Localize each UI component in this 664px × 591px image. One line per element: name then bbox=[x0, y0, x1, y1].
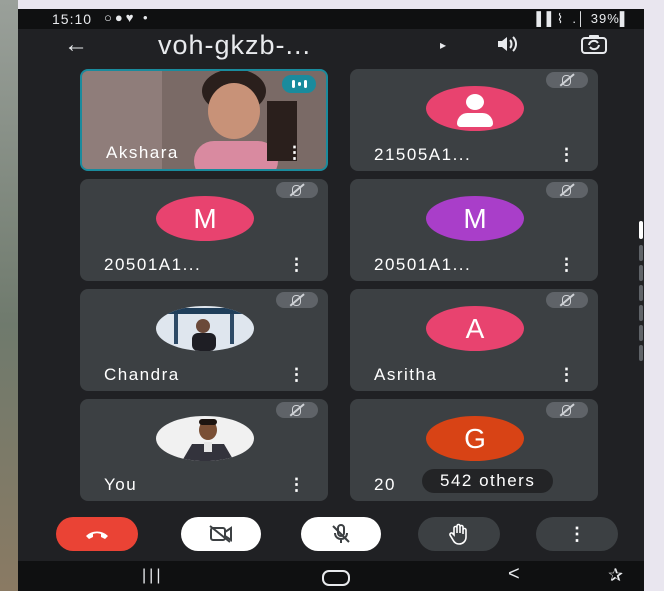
scroll-segment bbox=[639, 345, 643, 361]
switch-camera-icon[interactable] bbox=[580, 33, 608, 61]
accessibility-icon[interactable]: ✰ bbox=[608, 565, 623, 586]
others-count-pill[interactable]: 542 others bbox=[422, 469, 554, 493]
more-options-button[interactable]: ⋮ bbox=[536, 517, 618, 551]
meeting-code-title[interactable]: voh-gkzb-... bbox=[158, 30, 311, 61]
notification-icons: ○●♥ • bbox=[104, 10, 151, 25]
participant-tile[interactable]: A Asritha ⋮ bbox=[350, 289, 598, 391]
default-person-icon bbox=[426, 86, 524, 131]
muted-mic-icon bbox=[276, 402, 318, 418]
scroll-thumb[interactable] bbox=[639, 221, 643, 239]
muted-mic-icon bbox=[276, 182, 318, 198]
participant-name: 20501A1... bbox=[104, 255, 202, 274]
tile-more-icon[interactable]: ⋮ bbox=[558, 365, 575, 385]
mic-off-icon bbox=[332, 524, 350, 543]
muted-mic-icon bbox=[546, 72, 588, 88]
speaking-indicator-icon bbox=[282, 75, 316, 93]
title-expand-icon[interactable]: ▸ bbox=[440, 38, 446, 52]
tile-more-icon[interactable]: ⋮ bbox=[286, 143, 303, 163]
back-arrow-icon[interactable]: ← bbox=[64, 31, 88, 59]
muted-mic-icon bbox=[546, 402, 588, 418]
meeting-top-bar: ← voh-gkzb-... ▸ bbox=[18, 29, 644, 69]
participant-name: You bbox=[104, 475, 138, 494]
participant-name: Chandra bbox=[104, 365, 180, 384]
tile-more-icon[interactable]: ⋮ bbox=[558, 255, 575, 275]
participant-tile[interactable]: 21505A1... ⋮ bbox=[350, 69, 598, 171]
muted-mic-icon bbox=[546, 182, 588, 198]
nav-back-icon[interactable]: < bbox=[508, 563, 520, 586]
participant-name: 21505A1... bbox=[374, 145, 472, 164]
participant-tile[interactable]: You ⋮ bbox=[80, 399, 328, 501]
avatar-initial: M bbox=[156, 196, 254, 241]
participant-tile[interactable]: M 20501A1... ⋮ bbox=[80, 179, 328, 281]
tile-more-icon[interactable]: ⋮ bbox=[558, 145, 575, 165]
scroll-segment bbox=[639, 265, 643, 281]
tile-more-icon[interactable]: ⋮ bbox=[288, 475, 305, 495]
participant-tile[interactable]: M 20501A1... ⋮ bbox=[350, 179, 598, 281]
mic-toggle-button[interactable] bbox=[301, 517, 381, 551]
participant-name: Asritha bbox=[374, 365, 438, 384]
participant-tile[interactable]: G 20 542 others bbox=[350, 399, 598, 501]
raise-hand-icon bbox=[449, 523, 467, 545]
tile-more-icon[interactable]: ⋮ bbox=[288, 255, 305, 275]
status-right-icons: ▐▐ ⌇ .│ 39%▌ bbox=[531, 11, 630, 26]
tile-scrollbar[interactable] bbox=[636, 221, 644, 361]
status-time: 15:10 bbox=[52, 11, 93, 27]
participant-tile[interactable]: Chandra ⋮ bbox=[80, 289, 328, 391]
raise-hand-button[interactable] bbox=[418, 517, 500, 551]
scroll-segment bbox=[639, 245, 643, 261]
tile-more-icon[interactable]: ⋮ bbox=[288, 365, 305, 385]
profile-photo bbox=[156, 306, 254, 351]
scroll-segment bbox=[639, 305, 643, 321]
more-options-icon: ⋮ bbox=[568, 524, 586, 544]
muted-mic-icon bbox=[546, 292, 588, 308]
end-call-button[interactable] bbox=[56, 517, 138, 551]
recent-apps-icon[interactable]: ||| bbox=[142, 567, 163, 585]
muted-mic-icon bbox=[276, 292, 318, 308]
camera-toggle-button[interactable] bbox=[181, 517, 261, 551]
participant-tile[interactable]: Akshara ⋮ bbox=[80, 69, 328, 171]
avatar-initial: A bbox=[426, 306, 524, 351]
background-edge bbox=[0, 0, 18, 591]
participant-name: 20 bbox=[374, 475, 396, 494]
self-profile-photo bbox=[156, 416, 254, 461]
phone-screen: 15:10 ○●♥ • ▐▐ ⌇ .│ 39%▌ ← voh-gkzb-... … bbox=[18, 9, 644, 591]
participant-name: 20501A1... bbox=[374, 255, 472, 274]
camera-off-icon bbox=[209, 525, 232, 543]
participant-name: Akshara bbox=[106, 143, 179, 162]
speaker-icon[interactable] bbox=[496, 35, 518, 59]
call-controls: ⋮ bbox=[18, 509, 644, 561]
status-bar: 15:10 ○●♥ • ▐▐ ⌇ .│ 39%▌ bbox=[18, 9, 644, 29]
avatar-initial: M bbox=[426, 196, 524, 241]
scroll-segment bbox=[639, 325, 643, 341]
home-icon[interactable] bbox=[322, 570, 350, 586]
end-call-icon bbox=[86, 531, 108, 539]
avatar-initial: G bbox=[426, 416, 524, 461]
system-nav-bar: ||| < ✰ bbox=[18, 561, 644, 591]
scroll-segment bbox=[639, 285, 643, 301]
